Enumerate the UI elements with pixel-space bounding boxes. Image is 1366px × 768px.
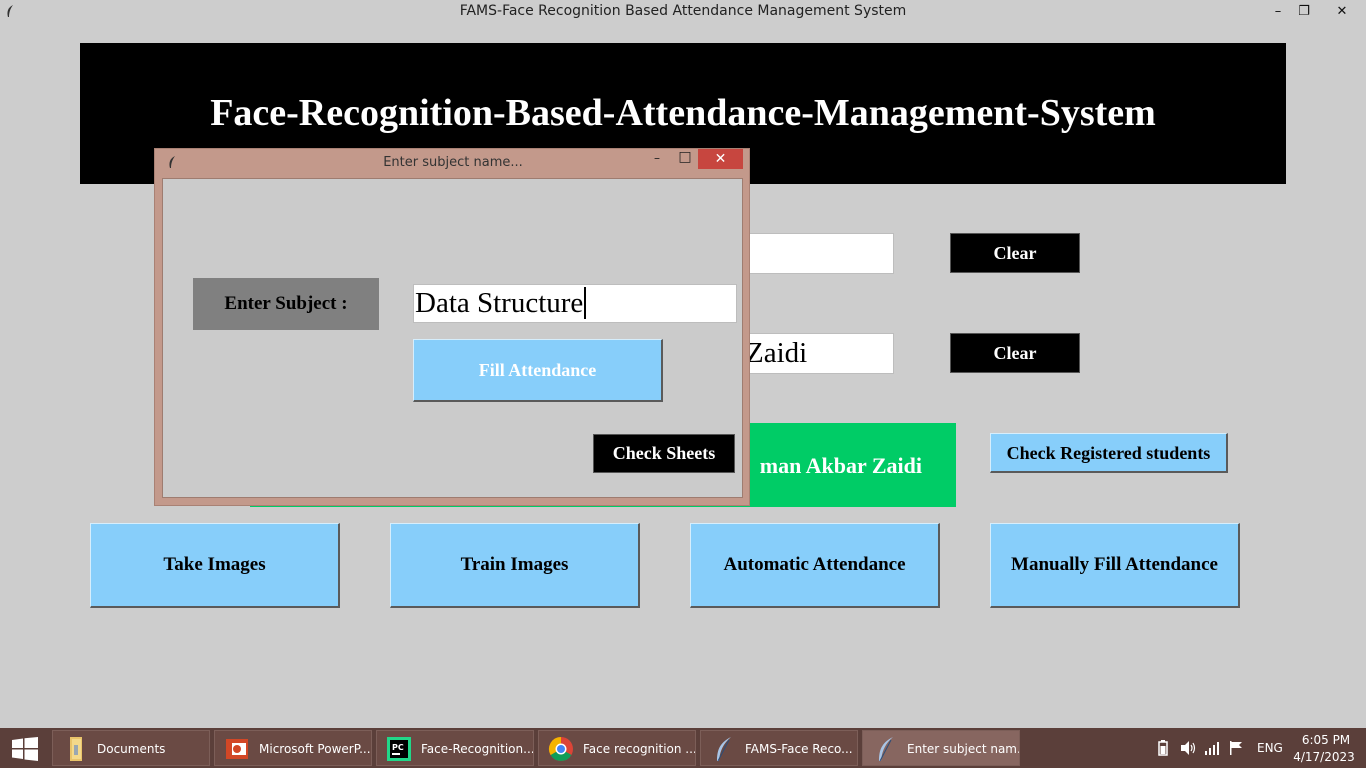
taskbar-item-label: Enter subject nam...: [907, 742, 1019, 756]
restore-button[interactable]: ❐: [1292, 0, 1316, 23]
subject-input[interactable]: Data Structure: [413, 284, 737, 323]
minimize-button[interactable]: –: [1266, 0, 1290, 23]
clock-date[interactable]: 4/17/2023: [1290, 750, 1358, 764]
pycharm-icon: PC: [387, 737, 411, 761]
flag-icon[interactable]: [1228, 740, 1244, 756]
subject-label: Enter Subject :: [193, 278, 379, 330]
windows-start-icon[interactable]: [12, 737, 38, 761]
manual-attendance-button[interactable]: Manually Fill Attendance: [990, 523, 1240, 608]
folder-icon: [70, 737, 82, 761]
chrome-icon: [548, 737, 573, 762]
feather-icon: [717, 737, 731, 762]
powerpoint-icon: [226, 739, 248, 759]
language-indicator[interactable]: ENG: [1257, 741, 1283, 755]
dialog-minimize-button[interactable]: –: [648, 151, 666, 169]
taskbar: Documents Microsoft PowerP... PC Face-Re…: [0, 728, 1366, 768]
dialog-maximize-button[interactable]: □: [676, 149, 694, 167]
svg-text:PC: PC: [392, 743, 404, 752]
dialog-body: Enter Subject : Data Structure Fill Atte…: [162, 178, 743, 498]
close-button[interactable]: ✕: [1320, 0, 1364, 23]
clear-enrollment-button[interactable]: Clear: [950, 233, 1080, 273]
taskbar-item-fams[interactable]: FAMS-Face Reco...: [700, 730, 858, 766]
fill-attendance-button[interactable]: Fill Attendance: [413, 339, 663, 402]
subject-dialog: Enter subject name... – □ ✕ Enter Subjec…: [154, 148, 750, 506]
speaker-icon[interactable]: [1180, 740, 1196, 756]
taskbar-item-label: FAMS-Face Reco...: [745, 742, 853, 756]
taskbar-item-documents[interactable]: Documents: [52, 730, 210, 766]
taskbar-item-chrome[interactable]: Face recognition ...: [538, 730, 696, 766]
name-input-value: Zaidi: [746, 337, 808, 369]
battery-icon[interactable]: [1155, 740, 1171, 756]
taskbar-item-label: Face-Recognition...: [421, 742, 533, 756]
taskbar-item-pycharm[interactable]: PC Face-Recognition...: [376, 730, 534, 766]
subject-input-value: Data Structure: [415, 287, 584, 319]
taskbar-item-label: Face recognition ...: [583, 742, 695, 756]
taskbar-item-powerpoint[interactable]: Microsoft PowerP...: [214, 730, 372, 766]
taskbar-item-subject-dialog[interactable]: Enter subject nam...: [862, 730, 1020, 766]
taskbar-item-label: Documents: [97, 742, 166, 756]
automatic-attendance-button[interactable]: Automatic Attendance: [690, 523, 940, 608]
notification-text: man Akbar Zaidi: [759, 453, 922, 478]
taskbar-item-label: Microsoft PowerP...: [259, 742, 371, 756]
network-icon[interactable]: [1204, 740, 1220, 756]
page-title: Face-Recognition-Based-Attendance-Manage…: [210, 92, 1156, 134]
clock-time[interactable]: 6:05 PM: [1296, 733, 1356, 747]
train-images-button[interactable]: Train Images: [390, 523, 640, 608]
window-title: FAMS-Face Recognition Based Attendance M…: [459, 3, 907, 19]
dialog-close-button[interactable]: ✕: [698, 149, 743, 169]
check-registered-students-button[interactable]: Check Registered students: [990, 433, 1228, 473]
clear-name-button[interactable]: Clear: [950, 333, 1080, 373]
check-sheets-button[interactable]: Check Sheets: [593, 434, 735, 473]
take-images-button[interactable]: Take Images: [90, 523, 340, 608]
window-title-bar: FAMS-Face Recognition Based Attendance M…: [0, 0, 1366, 23]
feather-icon: [879, 737, 893, 762]
